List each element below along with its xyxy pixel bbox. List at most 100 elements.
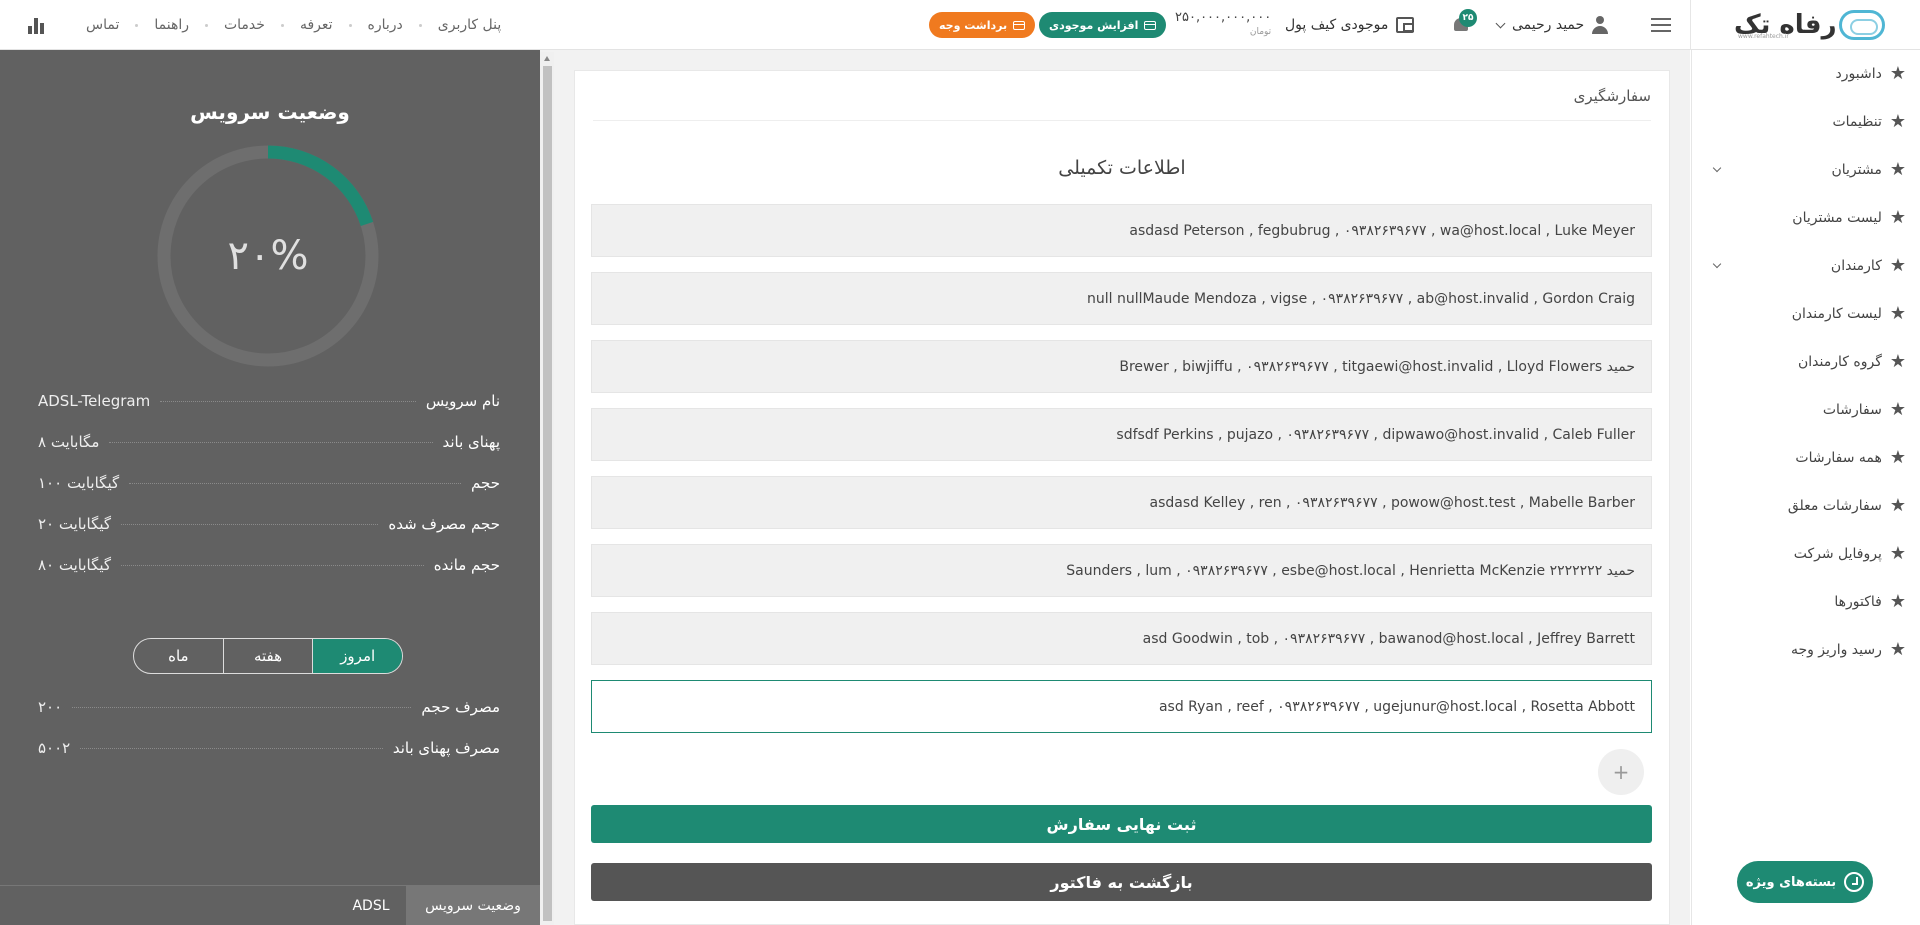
service-tabs: ADSL وضعیت سرویس xyxy=(0,885,540,925)
sidebar-item-employee-list[interactable]: ★ لیست کارمندان xyxy=(1792,302,1906,326)
sidebar-item-pending-orders[interactable]: ★ سفارشات معلق xyxy=(1788,494,1906,518)
star-icon: ★ xyxy=(1889,303,1906,324)
nav-guide[interactable]: راهنما xyxy=(154,17,189,33)
usage-value: ۵۰۰۲ xyxy=(38,739,71,757)
usage-label: مصرف حجم xyxy=(421,698,500,716)
chevron-down-icon[interactable] xyxy=(1712,259,1722,269)
period-week[interactable]: هفته xyxy=(222,639,313,673)
sidebar-item-deposit-receipt[interactable]: ★ رسید واریز وجه xyxy=(1791,638,1906,662)
detail-label: حجم xyxy=(471,474,500,492)
detail-value: ۲۰ گیگابایت xyxy=(38,515,112,533)
order-card: سفارشگیری اطلاعات تکمیلی asdasd Peterson… xyxy=(574,70,1670,925)
sidebar-item-label: مشتریان xyxy=(1831,162,1882,178)
list-item-text: Saunders , lum , ۰۹۳۸۲۶۳۹۶۷۷ , esbe@host… xyxy=(1066,562,1635,579)
notifications[interactable]: ۲۵ xyxy=(1451,0,1477,50)
star-icon: ★ xyxy=(1889,639,1906,660)
sidebar-item-orders[interactable]: ★ سفارشات xyxy=(1823,398,1906,422)
nav-pricing[interactable]: تعرفه xyxy=(300,17,333,33)
list-item[interactable]: null nullMaude Mendoza , vigse , ۰۹۳۸۲۶۳… xyxy=(591,272,1652,325)
nav-about[interactable]: درباره xyxy=(368,17,403,33)
star-icon: ★ xyxy=(1889,255,1906,276)
sidebar-item-customer-list[interactable]: ★ لیست مشتریان xyxy=(1792,206,1906,230)
user-name: حمید رحیمی xyxy=(1512,17,1585,33)
sidebar-item-label: لیست کارمندان xyxy=(1791,306,1882,322)
bell-icon[interactable]: ۲۵ xyxy=(1451,9,1477,35)
scroll-up-icon[interactable] xyxy=(544,56,550,61)
scroll-thumb[interactable] xyxy=(543,66,552,921)
divider xyxy=(593,120,1651,121)
stats-icon[interactable] xyxy=(28,16,46,34)
star-icon: ★ xyxy=(1889,543,1906,564)
sidebar-item-label: کارمندان xyxy=(1830,258,1882,274)
detail-value: ۸ مگابایت xyxy=(38,433,100,451)
top-nav: تماس راهنما خدمات تعرفه درباره پنل کاربر… xyxy=(28,0,501,50)
chevron-down-icon[interactable] xyxy=(1712,163,1722,173)
logo[interactable]: رفاه تک xyxy=(1734,0,1885,50)
sidebar-item-settings[interactable]: ★ تنظیمات xyxy=(1832,110,1906,134)
nav-contact[interactable]: تماس xyxy=(86,17,119,33)
special-packages-label: بسته‌های ویژه xyxy=(1745,874,1837,890)
detail-row-remaining: حجم مانده ۸۰ گیگابایت xyxy=(38,555,500,575)
user-menu[interactable]: حمید رحیمی xyxy=(1495,0,1609,50)
submit-order-button[interactable]: ثبت نهایی سفارش xyxy=(591,805,1652,843)
detail-row-service-name: نام سرویس ADSL-Telegram xyxy=(38,391,500,411)
hamburger-icon[interactable] xyxy=(1651,18,1671,32)
star-icon: ★ xyxy=(1889,399,1906,420)
deposit-wrap: افزایش موجودی xyxy=(1039,0,1167,50)
sidebar-item-company-profile[interactable]: ★ پروفایل شرکت xyxy=(1794,542,1906,566)
deposit-button[interactable]: افزایش موجودی xyxy=(1039,12,1167,38)
special-packages-button[interactable]: بسته‌های ویژه xyxy=(1737,861,1873,903)
list-item[interactable]: Saunders , lum , ۰۹۳۸۲۶۳۹۶۷۷ , esbe@host… xyxy=(591,544,1652,597)
service-title: وضعیت سرویس xyxy=(190,100,350,124)
card-icon xyxy=(1144,20,1157,30)
detail-label: پهنای باند xyxy=(442,433,501,451)
add-item-button[interactable]: + xyxy=(1598,749,1644,795)
sidebar-item-label: پروفایل شرکت xyxy=(1793,546,1882,562)
sidebar-item-all-orders[interactable]: ★ همه سفارشات xyxy=(1795,446,1906,470)
sidebar-item-label: گروه کارمندان xyxy=(1797,354,1882,370)
nav-separator xyxy=(135,23,139,27)
back-to-invoice-button[interactable]: بازگشت به فاکتور xyxy=(591,863,1652,901)
star-icon: ★ xyxy=(1889,111,1906,132)
list-item[interactable]: Brewer , biwjiffu , ۰۹۳۸۲۶۳۹۶۷۷ , titgae… xyxy=(591,340,1652,393)
tab-service-status[interactable]: وضعیت سرویس xyxy=(406,886,540,925)
list-item-selected[interactable]: asd Ryan , reef , ۰۹۳۸۲۶۳۹۶۷۷ , ugejunur… xyxy=(591,680,1652,733)
sidebar-item-employees[interactable]: ★ کارمندان xyxy=(1831,254,1906,278)
list-item[interactable]: sdfsdf Perkins , pujazo , ۰۹۳۸۲۶۳۹۶۷۷ , … xyxy=(591,408,1652,461)
period-month[interactable]: ماه xyxy=(134,639,223,673)
nav-user-panel[interactable]: پنل کاربری xyxy=(438,17,501,33)
sidebar-item-employee-groups[interactable]: ★ گروه کارمندان xyxy=(1798,350,1906,374)
menu-toggle[interactable] xyxy=(1651,0,1671,50)
sidebar-item-label: سفارشات معلق xyxy=(1787,498,1882,514)
deposit-label: افزایش موجودی xyxy=(1049,18,1139,32)
detail-value: ۱۰۰ گیگابایت xyxy=(38,474,120,492)
tab-adsl[interactable]: ADSL xyxy=(336,886,406,925)
sidebar-item-label: داشبورد xyxy=(1835,66,1882,82)
chevron-down-icon xyxy=(1495,18,1506,28)
nav-separator xyxy=(348,23,352,27)
sidebar-item-dashboard[interactable]: ★ داشبورد xyxy=(1836,62,1906,86)
period-today[interactable]: امروز xyxy=(312,639,402,673)
balance-amount-block: ۲۵۰,۰۰۰,۰۰۰,۰۰۰ تومان xyxy=(1175,11,1271,39)
dotted-leader xyxy=(109,441,433,443)
detail-value: ۸۰ گیگابایت xyxy=(38,556,112,574)
detail-value: ADSL-Telegram xyxy=(38,392,151,410)
section-title: اطلاعات تکمیلی xyxy=(1058,157,1186,179)
dotted-leader xyxy=(129,482,462,484)
list-item[interactable]: asdasd Peterson , fegbubrug , ۰۹۳۸۲۶۳۹۶۷… xyxy=(591,204,1652,257)
withdraw-button[interactable]: برداشت وجه xyxy=(929,12,1036,38)
list-item[interactable]: asdasd Kelley , ren , ۰۹۳۸۲۶۳۹۶۷۷ , powo… xyxy=(591,476,1652,529)
breadcrumb: سفارشگیری xyxy=(1573,87,1651,105)
usage-label: مصرف پهنای باند xyxy=(392,739,500,757)
scrollbar[interactable] xyxy=(540,52,554,925)
list-item[interactable]: asd Goodwin , tob , ۰۹۳۸۲۶۳۹۶۷۷ , bawano… xyxy=(591,612,1652,665)
nav-separator xyxy=(280,23,284,27)
star-icon: ★ xyxy=(1889,447,1906,468)
list-item-text: Brewer , biwjiffu , ۰۹۳۸۲۶۳۹۶۷۷ , titgae… xyxy=(1119,358,1635,375)
detail-label: حجم مصرف شده xyxy=(388,515,500,533)
dotted-leader xyxy=(80,747,383,749)
sidebar-item-customers[interactable]: ★ مشتریان xyxy=(1831,158,1906,182)
sidebar-item-invoices[interactable]: ★ فاکتورها xyxy=(1834,590,1906,614)
nav-services[interactable]: خدمات xyxy=(224,17,265,33)
wallet-label: موجودی کیف پول xyxy=(1285,17,1389,33)
